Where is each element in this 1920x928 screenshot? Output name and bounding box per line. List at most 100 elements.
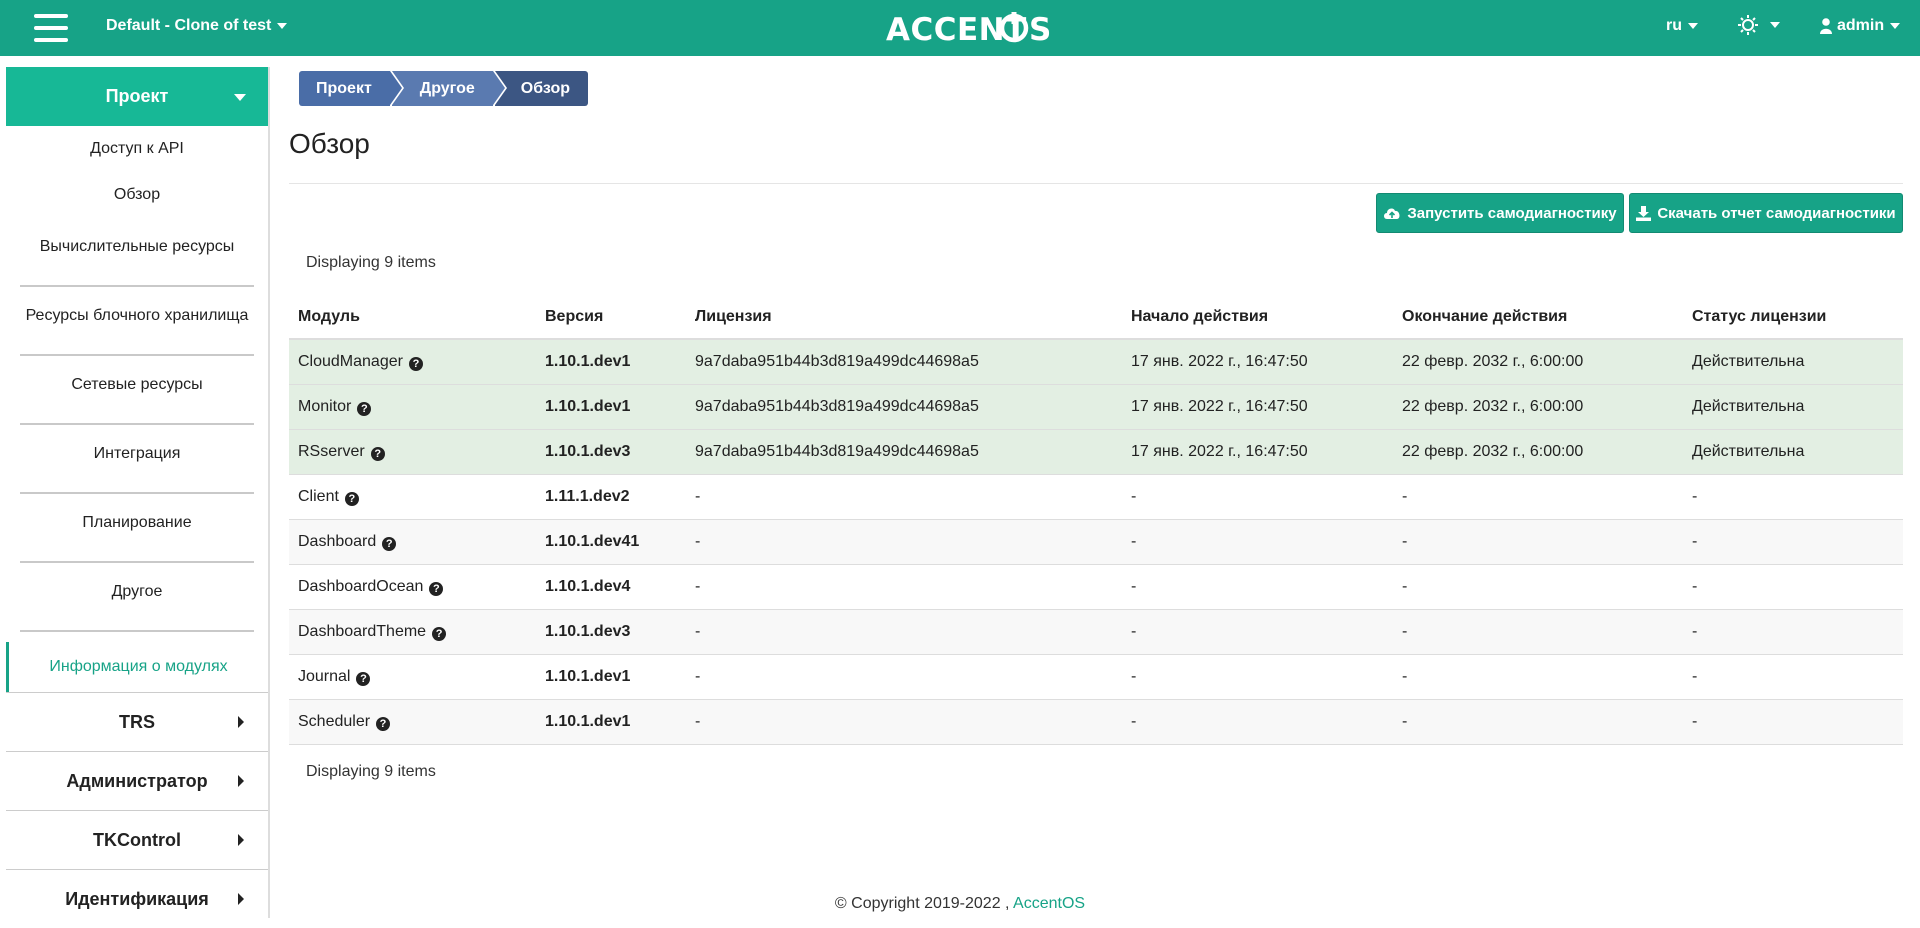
module-cell: Scheduler? [289,699,536,745]
sidebar-group-block-storage[interactable]: Ресурсы блочного хранилища [6,287,268,356]
license-cell: - [686,654,1122,700]
question-circle-icon[interactable]: ? [370,447,385,461]
module-name: RSserver [298,443,365,460]
version-cell: 1.11.1.dev2 [536,474,686,520]
footer: © Copyright 2019-2022 , AccentOS [0,895,1920,913]
question-circle-icon[interactable]: ? [357,402,372,416]
sidebar-group-label: Другое [111,583,163,600]
table-row: DashboardOcean? 1.10.1.dev4 - - - - [289,564,1903,610]
sidebar-group-label: Вычислительные ресурсы [39,238,235,255]
theme-selector[interactable] [1738,15,1780,35]
question-circle-icon[interactable]: ? [429,582,444,596]
copyright-text: © Copyright 2019-2022 , [834,895,1010,912]
column-header-end: Окончание действия [1393,296,1683,340]
user-name: admin [1837,17,1885,34]
status-cell: - [1683,609,1903,655]
status-cell: - [1683,519,1903,565]
license-cell: - [686,699,1122,745]
module-cell: Dashboard? [289,519,536,565]
breadcrumb-other[interactable]: Другое [391,71,505,106]
end-cell: - [1393,519,1683,565]
status-cell: Действительна [1683,339,1903,385]
user-menu[interactable]: admin [1820,17,1901,35]
end-cell: - [1393,654,1683,700]
user-icon [1820,18,1832,34]
cloud-upload-icon [1384,208,1400,219]
question-circle-icon[interactable]: ? [376,717,391,731]
chevron-down-icon [1770,22,1780,28]
sidebar-item-api-access[interactable]: Доступ к API [6,126,268,172]
end-cell: 22 февр. 2032 г., 6:00:00 [1393,339,1683,385]
menu-toggle-icon[interactable] [34,14,68,42]
question-circle-icon[interactable]: ? [432,627,447,641]
license-cell: 9a7daba951b44b3d819a499dc44698a5 [686,384,1122,430]
status-cell: - [1683,564,1903,610]
table-row: Scheduler? 1.10.1.dev1 - - - - [289,699,1903,745]
sidebar-section-trs[interactable]: TRS [6,692,268,751]
start-cell: 17 янв. 2022 г., 16:47:50 [1122,429,1393,475]
sidebar-item-module-info[interactable]: Информация о модулях [6,642,268,692]
sidebar-section-project[interactable]: Проект [6,67,268,126]
sidebar-group-other[interactable]: Другое [6,563,268,632]
module-cell: Client? [289,474,536,520]
version-cell: 1.10.1.dev3 [536,609,686,655]
column-header-start: Начало действия [1122,296,1393,340]
question-circle-icon[interactable]: ? [382,537,397,551]
sidebar-section-tkcontrol[interactable]: TKControl [6,810,268,869]
breadcrumb: Проект Другое Обзор [299,71,590,106]
table-row: DashboardTheme? 1.10.1.dev3 - - - - [289,609,1903,655]
status-cell: - [1683,474,1903,520]
accentos-link[interactable]: AccentOS [1013,895,1085,912]
module-name: Journal [298,668,351,685]
language-selector[interactable]: ru [1666,17,1698,35]
page-title: Обзор [289,128,370,159]
start-cell: - [1122,654,1393,700]
sidebar-item-label: Информация о модулях [49,658,228,675]
module-cell: CloudManager? [289,339,536,385]
question-circle-icon[interactable]: ? [344,492,359,506]
version-cell: 1.10.1.dev41 [536,519,686,565]
sidebar-group-integration[interactable]: Интеграция [6,425,268,494]
sidebar-item-label: Обзор [113,186,161,203]
start-cell: - [1122,699,1393,745]
sidebar-group-planning[interactable]: Планирование [6,494,268,563]
sidebar-section-label: Проект [105,86,169,106]
start-cell: 17 янв. 2022 г., 16:47:50 [1122,384,1393,430]
module-cell: Journal? [289,654,536,700]
sidebar-group-compute[interactable]: Вычислительные ресурсы [6,218,268,287]
sidebar-item-label: Доступ к API [90,140,184,157]
chevron-right-icon [238,834,244,846]
run-self-diagnostics-button[interactable]: Запустить самодиагностику [1376,193,1624,233]
sidebar-section-label: Администратор [66,770,208,791]
module-name: DashboardTheme [298,623,427,640]
module-name: CloudManager [298,353,403,370]
end-cell: 22 февр. 2032 г., 6:00:00 [1393,429,1683,475]
breadcrumb-project[interactable]: Проект [299,71,402,106]
question-circle-icon[interactable]: ? [408,357,423,371]
table-row: Monitor? 1.10.1.dev1 9a7daba951b44b3d819… [289,384,1903,430]
sidebar-section-admin[interactable]: Администратор [6,751,268,810]
download-diagnostics-report-button[interactable]: Скачать отчет самодиагностики [1629,193,1903,233]
sidebar-item-overview[interactable]: Обзор [6,172,268,218]
table-row: Journal? 1.10.1.dev1 - - - - [289,654,1903,700]
sidebar-group-network[interactable]: Сетевые ресурсы [6,356,268,425]
version-cell: 1.10.1.dev4 [536,564,686,610]
chevron-down-icon [1688,22,1698,29]
chevron-right-icon [238,716,244,728]
svg-text:S: S [1029,12,1051,48]
sidebar-section-label: TRS [119,711,155,732]
module-name: DashboardOcean [298,578,424,595]
download-icon [1636,205,1652,221]
version-cell: 1.10.1.dev1 [536,654,686,700]
table-row: RSserver? 1.10.1.dev3 9a7daba951b44b3d81… [289,429,1903,475]
sidebar-section-label: TKControl [93,829,181,850]
sidebar-group-label: Планирование [82,514,192,531]
chevron-down-icon [1890,23,1901,29]
modules-table: Модуль Версия Лицензия Начало действия О… [289,296,1903,745]
items-count-bottom: Displaying 9 items [306,763,436,780]
license-cell: 9a7daba951b44b3d819a499dc44698a5 [686,339,1122,385]
project-selector[interactable]: Default - Clone of test [106,17,288,35]
column-header-status: Статус лицензии [1683,296,1903,340]
question-circle-icon[interactable]: ? [356,672,371,686]
run-self-diagnostics-label: Запустить самодиагностику [1407,204,1617,222]
